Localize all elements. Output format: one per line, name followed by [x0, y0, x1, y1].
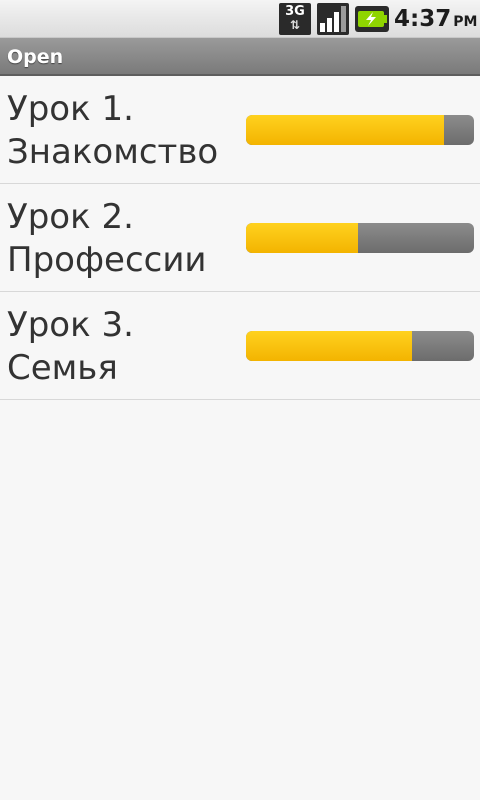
battery-charging-icon	[355, 6, 389, 32]
data-arrows-icon: ⇅	[289, 18, 301, 32]
lesson-title: Урок 3. Семья	[7, 304, 237, 390]
lesson-row-1[interactable]: Урок 1. Знакомство	[0, 76, 480, 184]
lesson-progress-bar	[246, 115, 474, 145]
lesson-progress-fill	[246, 115, 445, 145]
status-clock: 4:37 PM	[394, 4, 477, 34]
lesson-number: Урок 3.	[7, 305, 134, 345]
clock-time: 4:37	[394, 6, 452, 32]
3g-data-icon: 3G ⇅	[279, 3, 311, 35]
lesson-number: Урок 1.	[7, 89, 134, 129]
lesson-title: Урок 1. Знакомство	[7, 88, 237, 174]
lesson-row-3[interactable]: Урок 3. Семья	[0, 292, 480, 400]
title-bar: Open	[0, 38, 480, 76]
network-type-label: 3G	[285, 4, 305, 19]
lesson-name: Профессии	[7, 240, 207, 280]
page-title: Open	[7, 46, 64, 68]
lesson-list: Урок 1. Знакомство Урок 2. Профессии Уро…	[0, 76, 480, 400]
clock-ampm: PM	[453, 14, 478, 30]
lesson-name: Знакомство	[7, 132, 219, 172]
lesson-progress-fill	[246, 223, 358, 253]
signal-strength-icon	[317, 3, 349, 35]
lesson-name: Семья	[7, 348, 118, 388]
lesson-number: Урок 2.	[7, 197, 134, 237]
lesson-row-2[interactable]: Урок 2. Профессии	[0, 184, 480, 292]
lesson-title: Урок 2. Профессии	[7, 196, 237, 282]
lesson-progress-bar	[246, 223, 474, 253]
lesson-progress-bar	[246, 331, 474, 361]
status-bar: 3G ⇅ 4:37 PM	[0, 0, 480, 38]
lesson-progress-fill	[246, 331, 413, 361]
